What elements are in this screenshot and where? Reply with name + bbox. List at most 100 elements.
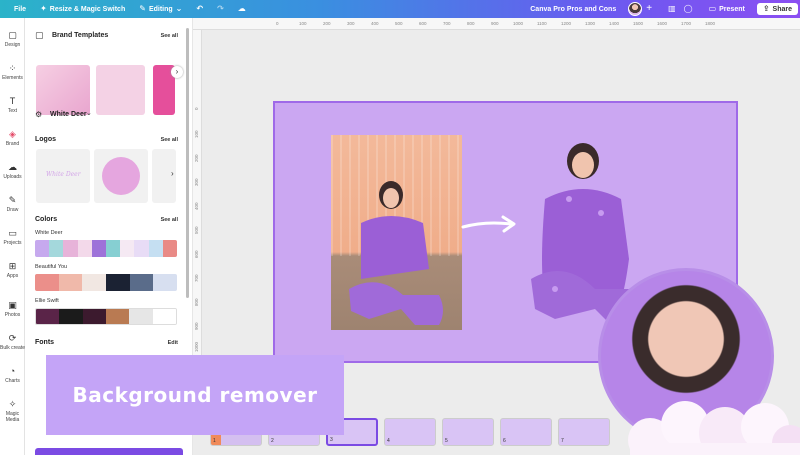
page-thumbnail[interactable]: 6 [500, 418, 552, 446]
color-swatch[interactable] [63, 240, 78, 257]
file-menu[interactable]: File [14, 6, 26, 13]
see-all-colors-link[interactable]: See all [161, 217, 178, 223]
logo-card[interactable] [94, 149, 148, 203]
color-swatch[interactable] [49, 240, 64, 257]
cloud-save-button[interactable]: ☁ [238, 5, 246, 13]
ruler-tick: 900 [491, 21, 499, 26]
color-swatch[interactable] [134, 240, 149, 257]
palette-white-deer [35, 240, 177, 257]
add-collaborator-icon[interactable]: + [646, 4, 652, 14]
rail-item-charts[interactable]: ◔ Charts [0, 366, 25, 384]
color-swatch[interactable] [35, 240, 50, 257]
template-card[interactable] [96, 65, 145, 115]
projects-icon: ▭ [8, 228, 17, 238]
comment-icon[interactable]: ◯ [684, 5, 693, 13]
brand-kit-selector[interactable]: White Deer [50, 111, 87, 118]
arrow-right-icon [461, 215, 516, 233]
rail-item-photos[interactable]: ▣ Photos [0, 300, 25, 318]
document-title[interactable]: Canva Pro Pros and Cons [530, 6, 616, 13]
original-photo-image[interactable] [331, 135, 462, 330]
ruler-tick: 600 [419, 21, 427, 26]
ruler-tick: 1700 [681, 21, 692, 26]
color-swatch[interactable] [105, 309, 130, 324]
add-button-bar[interactable] [35, 448, 183, 455]
color-swatch[interactable] [77, 240, 92, 257]
page-thumbnail[interactable]: 5 [442, 418, 494, 446]
ruler-tick: 400 [194, 202, 199, 210]
color-swatch[interactable] [59, 309, 83, 324]
color-swatch[interactable] [106, 240, 121, 257]
page-thumbnail[interactable]: 4 [384, 418, 436, 446]
user-avatar[interactable] [628, 2, 643, 16]
templates-icon: ▢ [35, 30, 44, 40]
template-card[interactable] [36, 65, 90, 115]
draw-icon: ✎ [8, 195, 17, 205]
magic-media-icon: ✧ [8, 399, 17, 409]
pencil-icon: ✎ [139, 4, 146, 13]
page-number: 7 [561, 438, 564, 444]
caption-banner: Background remover [46, 355, 344, 435]
color-swatch[interactable] [91, 240, 107, 257]
present-label: Present [719, 5, 745, 13]
palette-ellie-swift [35, 308, 177, 325]
charts-icon: ◔ [9, 366, 16, 376]
cloud-icon: ☁ [237, 4, 246, 13]
rail-item-draw[interactable]: ✎ Draw [0, 195, 25, 213]
color-swatch[interactable] [129, 274, 154, 291]
elements-icon: ⁘ [8, 63, 17, 73]
rail-item-magic-media[interactable]: ✧ Magic Media [0, 399, 25, 423]
color-swatch[interactable] [35, 274, 59, 291]
editing-label: Editing [148, 5, 173, 13]
design-icon: ▢ [8, 30, 17, 40]
rail-item-brand[interactable]: ◈ Brand [0, 129, 25, 147]
page-thumbnail[interactable]: 7 [558, 418, 610, 446]
ruler-tick: 1600 [657, 21, 668, 26]
rail-label: Elements [2, 75, 23, 81]
analytics-icon[interactable]: ▥ [668, 5, 676, 13]
present-button[interactable]: ▭ Present [703, 3, 751, 15]
logo-card[interactable]: White Deer [36, 149, 90, 203]
ruler-tick: 1200 [561, 21, 572, 26]
color-swatch[interactable] [106, 274, 130, 291]
chevron-right-icon[interactable]: › [171, 169, 174, 178]
redo-button[interactable]: ↷ [217, 5, 224, 13]
brand-icon: ◈ [9, 129, 16, 139]
color-swatch[interactable] [162, 240, 177, 257]
see-all-templates-link[interactable]: See all [161, 33, 178, 39]
logos-heading: Logos [35, 136, 56, 143]
rail-item-apps[interactable]: ⊞ Apps [0, 261, 25, 279]
rail-label: Design [4, 42, 21, 48]
rail-item-uploads[interactable]: ☁ Uploads [0, 162, 25, 180]
photos-icon: ▣ [8, 300, 17, 310]
editing-dropdown[interactable]: ✎ Editing ⌄ [139, 5, 182, 13]
rail-item-bulk-create[interactable]: ⟳ Bulk create [0, 333, 25, 351]
undo-button[interactable]: ↶ [196, 5, 203, 13]
rail-item-projects[interactable]: ▭ Projects [0, 228, 25, 246]
chevron-right-icon[interactable]: › [171, 66, 183, 78]
sparkle-icon: ✦ [40, 4, 47, 13]
panel-scrollbar[interactable] [186, 28, 189, 298]
color-swatch[interactable] [82, 274, 107, 291]
rail-label: Bulk create [0, 345, 26, 351]
redo-icon: ↷ [217, 4, 224, 13]
bulk-create-icon: ⟳ [8, 333, 17, 343]
color-swatch[interactable] [152, 309, 176, 324]
chevron-down-icon: ⌄ [175, 4, 183, 13]
rail-item-text[interactable]: T Text [0, 96, 25, 114]
edit-fonts-link[interactable]: Edit [168, 340, 178, 346]
see-all-logos-link[interactable]: See all [161, 137, 178, 143]
color-swatch[interactable] [36, 309, 60, 324]
color-swatch[interactable] [120, 240, 135, 257]
resize-button[interactable]: ✦ Resize & Magic Switch [40, 5, 125, 13]
fonts-heading: Fonts [35, 339, 55, 346]
resize-label: Resize & Magic Switch [49, 5, 126, 13]
chevron-down-icon[interactable]: ⌄ [86, 109, 92, 117]
share-button[interactable]: ⇪ Share [756, 3, 798, 15]
rail-item-design[interactable]: ▢ Design [0, 30, 25, 48]
color-swatch[interactable] [58, 274, 83, 291]
color-swatch[interactable] [153, 274, 177, 291]
rail-item-elements[interactable]: ⁘ Elements [0, 63, 25, 81]
color-swatch[interactable] [129, 309, 153, 324]
color-swatch[interactable] [148, 240, 163, 257]
color-swatch[interactable] [82, 309, 106, 324]
